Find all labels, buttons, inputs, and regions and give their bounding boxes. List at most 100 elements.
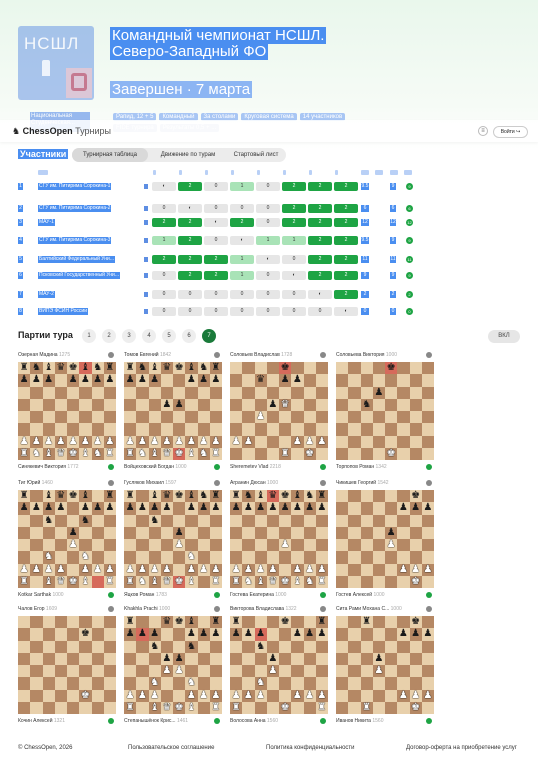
round-button-1[interactable]: 1 bbox=[82, 329, 96, 343]
chess-board[interactable]: ♜ ♞ ♝ ♛ ♚ ♝ ♞ ♜ ♟ ♟ ♟ ♟ ♟ ♟ ♟ ♟ ♟ ♟ ♟ ♟ ♟ ♟ ♟ ♜ ♞ ♝ ♛ ♚ ♝ ♞ ♜ bbox=[18, 362, 116, 460]
result-cell[interactable]: 2 bbox=[178, 218, 202, 227]
result-cell[interactable]: 1 bbox=[152, 236, 176, 245]
result-cell[interactable]: 0 bbox=[282, 307, 306, 316]
round-button-4[interactable]: 4 bbox=[142, 329, 156, 343]
team-name[interactable]: Псковский Государственный Уни... bbox=[38, 272, 120, 279]
player-top[interactable]: Соловьева Виктория 1000 bbox=[336, 352, 432, 360]
result-cell[interactable]: 2 bbox=[204, 271, 228, 280]
round-button-2[interactable]: 2 bbox=[102, 329, 116, 343]
result-cell[interactable]: 2 bbox=[308, 182, 332, 191]
result-cell[interactable]: 2 bbox=[334, 255, 358, 264]
player-bottom[interactable]: Синякевич Виктория 1772 bbox=[18, 464, 114, 472]
team-name[interactable]: МАУ-2 bbox=[38, 291, 55, 298]
chess-board[interactable]: ♜ ♝ ♛ ♚ ♝ ♜ ♟ ♟ ♟ ♟ ♟ ♟ ♟ ♞ ♞ ♟ ♟ ♞ ♞ ♟ ♟ ♟ ♟ ♟ ♟ ♟ ♜ ♝ ♛ ♚ ♝ ♜ bbox=[18, 490, 116, 588]
player-bottom[interactable]: Волосова Анна 1560 bbox=[230, 718, 326, 726]
chess-board[interactable]: ♜ ♝ ♛ ♚ ♝ ♞ ♜ ♟ ♟ ♟ ♟ ♟ ♟ ♟ ♞ ♟ ♟ ♞ ♟ ♟ ♟ ♟ ♟ ♟ ♟ ♜ ♞ ♝ ♛ ♚ ♝ ♜ bbox=[124, 490, 222, 588]
result-cell[interactable]: 1 bbox=[282, 236, 306, 245]
chess-board[interactable]: ♜ ♞ ♝ ♛ ♚ ♝ ♞ ♜ ♟ ♟ ♟ ♟ ♟ ♟ ♟ ♟ ♟ ♟ ♟ ♟ ♟ ♟ ♟ ♟ ♜ ♞ ♝ ♛ ♚ ♝ ♞ ♜ bbox=[230, 490, 328, 588]
result-cell[interactable]: 1 bbox=[230, 182, 254, 191]
result-cell[interactable]: 2 bbox=[178, 182, 202, 191]
result-cell[interactable]: 0 bbox=[204, 236, 228, 245]
result-cell[interactable]: 2 bbox=[282, 182, 306, 191]
result-cell[interactable]: 0 bbox=[256, 182, 280, 191]
player-bottom[interactable]: Яцков Роман 1783 bbox=[124, 592, 220, 600]
result-cell[interactable]: 1 bbox=[230, 255, 254, 264]
result-cell[interactable]: 2 bbox=[152, 218, 176, 227]
result-cell[interactable]: 0 bbox=[178, 290, 202, 299]
result-cell[interactable]: ◐ bbox=[282, 271, 306, 280]
result-cell[interactable]: 0 bbox=[204, 290, 228, 299]
standings-row[interactable]: 8 ВИПЭ ФСИН России 0 0 0 0 0 0 0 ◐ 0 0 0 bbox=[18, 306, 418, 318]
result-cell[interactable]: 0 bbox=[204, 204, 228, 213]
result-cell[interactable]: 2 bbox=[178, 255, 202, 264]
player-top[interactable]: Озерная Мадина 1275 bbox=[18, 352, 114, 360]
result-cell[interactable]: 0 bbox=[230, 307, 254, 316]
tab-rounds[interactable]: Движение по турам bbox=[150, 148, 226, 162]
result-cell[interactable]: ◐ bbox=[334, 307, 358, 316]
team-name[interactable]: СГУ им. Питирима Сорокина-3 bbox=[38, 237, 112, 244]
result-cell[interactable]: 2 bbox=[334, 290, 358, 299]
player-top[interactable]: Сита Рами Мохана С... 1000 bbox=[336, 606, 432, 614]
result-cell[interactable]: 2 bbox=[308, 271, 332, 280]
round-button-3[interactable]: 3 bbox=[122, 329, 136, 343]
result-cell[interactable]: 2 bbox=[334, 271, 358, 280]
result-cell[interactable]: 2 bbox=[282, 204, 306, 213]
player-top[interactable]: Чалов Егор 1609 bbox=[18, 606, 114, 614]
tab-standings[interactable]: Турнирная таблица bbox=[72, 148, 148, 162]
result-cell[interactable]: 0 bbox=[152, 290, 176, 299]
result-cell[interactable]: 0 bbox=[282, 290, 306, 299]
chess-board[interactable]: ♚ ♚ bbox=[18, 616, 116, 714]
live-toggle[interactable]: ВКЛ bbox=[488, 330, 520, 343]
player-top[interactable]: Чикишев Георгий 1542 bbox=[336, 480, 432, 488]
standings-row[interactable]: 5 Балтийский Федеральный Уни... 2 2 2 1 ◐ 0 2 2 11… bbox=[18, 254, 418, 266]
result-cell[interactable]: 2 bbox=[178, 271, 202, 280]
standings-row[interactable]: 1 СГУ им. Питирима Сорокина-1 ◐ 2 0 1 0 2 2 2 9.5 9… bbox=[18, 181, 418, 193]
player-bottom[interactable]: Степанышёнок Крис... 1461 bbox=[124, 718, 220, 726]
player-bottom[interactable]: Гостев Алексей 1000 bbox=[336, 592, 432, 600]
result-cell[interactable]: 2 bbox=[230, 218, 254, 227]
chess-board[interactable]: ♚ ♛ ♟ ♟ ♟ ♛ ♟ ♟ ♟ ♟ ♟ ♟ ♜ ♚ bbox=[230, 362, 328, 460]
brand[interactable]: ♞ ChessOpen Турниры bbox=[12, 126, 111, 137]
result-cell[interactable]: 0 bbox=[204, 307, 228, 316]
player-bottom[interactable]: Kotkar Sarthak 1000 bbox=[18, 592, 114, 600]
chess-board[interactable]: ♜ ♛ ♚ ♝ ♜ ♟ ♟ ♟ ♟ ♟ ♟ ♞ ♞ ♟ ♟ ♟ ♟ ♞ ♞ ♟ ♟ ♟ ♟ ♟ ♟ ♜ ♝ ♛ ♚ ♝ ♜ bbox=[124, 616, 222, 714]
player-bottom[interactable]: Sheremetev Vlad 2218 bbox=[230, 464, 326, 472]
player-bottom[interactable]: Войцеховский Богдан 1000 bbox=[124, 464, 220, 472]
result-cell[interactable]: ◐ bbox=[152, 182, 176, 191]
team-name[interactable]: СГУ им. Питирима Сорокина-2 bbox=[38, 205, 112, 212]
player-top[interactable]: Соловьев Владислав 1728 bbox=[230, 352, 326, 360]
footer-offer-link[interactable]: Договор-оферта на приобретение услуг bbox=[406, 745, 517, 751]
result-cell[interactable]: 2 bbox=[308, 236, 332, 245]
result-cell[interactable]: 2 bbox=[178, 236, 202, 245]
chess-board[interactable]: ♚ ♟ ♞ ♚ bbox=[336, 362, 434, 460]
result-cell[interactable]: 0 bbox=[178, 307, 202, 316]
result-cell[interactable]: 0 bbox=[256, 271, 280, 280]
result-cell[interactable]: 2 bbox=[334, 218, 358, 227]
chess-board[interactable]: ♜ ♚ ♟ ♟ ♟ ♟ ♟ ♟ ♟ ♟ ♜ ♚ bbox=[336, 616, 434, 714]
result-cell[interactable]: 2 bbox=[152, 255, 176, 264]
result-cell[interactable]: ◐ bbox=[178, 204, 202, 213]
result-cell[interactable]: 0 bbox=[204, 182, 228, 191]
result-cell[interactable]: 0 bbox=[230, 204, 254, 213]
menu-icon[interactable]: ≡ bbox=[478, 126, 488, 136]
tab-start-list[interactable]: Стартовый лист bbox=[226, 148, 286, 162]
result-cell[interactable]: 2 bbox=[282, 218, 306, 227]
standings-row[interactable]: 4 СГУ им. Питирима Сорокина-3 1 2 0 ◐ 1 1 2 2 9.5 9… bbox=[18, 235, 418, 247]
result-cell[interactable]: 2 bbox=[308, 204, 332, 213]
standings-row[interactable]: 3 МАУ-1 2 2 ◐ 2 0 2 2 2 12 12 12 bbox=[18, 217, 418, 229]
result-cell[interactable]: 2 bbox=[308, 255, 332, 264]
player-top[interactable]: Агранин Дюсан 1000 bbox=[230, 480, 326, 488]
team-name[interactable]: ВИПЭ ФСИН России bbox=[38, 308, 88, 315]
result-cell[interactable]: 0 bbox=[256, 307, 280, 316]
result-cell[interactable]: 0 bbox=[230, 290, 254, 299]
player-top[interactable]: Тиг Юрий 1460 bbox=[18, 480, 114, 488]
player-top[interactable]: Гусляков Михаил 1597 bbox=[124, 480, 220, 488]
result-cell[interactable]: 0 bbox=[256, 290, 280, 299]
chess-board[interactable]: ♜ ♚ ♜ ♟ ♟ ♟ ♟ ♟ ♟ ♞ ♟ ♟ ♞ ♟ ♟ ♟ ♟ ♟ ♟ ♜ ♚ ♜ bbox=[230, 616, 328, 714]
result-cell[interactable]: 0 bbox=[152, 204, 176, 213]
standings-row[interactable]: 7 МАУ-2 0 0 0 0 0 0 ◐ 2 2 2 2 bbox=[18, 289, 418, 301]
result-cell[interactable]: 0 bbox=[282, 255, 306, 264]
result-cell[interactable]: 0 bbox=[152, 307, 176, 316]
login-button[interactable]: Войти ↪ bbox=[493, 126, 528, 138]
standings-row[interactable]: 6 Псковский Государственный Уни... 0 2 2 1 0 ◐ 2… bbox=[18, 270, 418, 282]
